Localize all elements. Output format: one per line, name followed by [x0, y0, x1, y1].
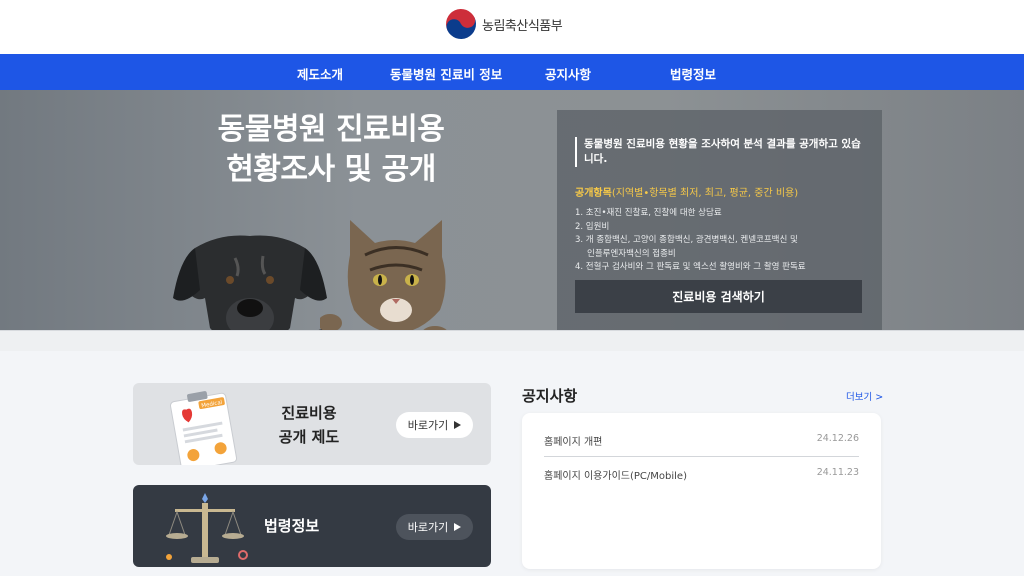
disclosure-items-title: 공개항목: [575, 188, 612, 199]
hero-title-line2: 현황조사 및 공개: [226, 152, 436, 187]
nav-item-system-intro[interactable]: 제도소개: [297, 64, 343, 83]
fee-disclosure-card[interactable]: Medical 진료비용 공개 제도 바로가기: [133, 383, 491, 465]
go-to-law-info-button[interactable]: 바로가기: [396, 514, 473, 540]
fee-info-headline: 동물병원 진료비용 현황을 조사하여 분석 결과를 공개하고 있습니다.: [575, 137, 865, 167]
notice-row-title[interactable]: 홈페이지 개편: [544, 433, 602, 448]
fee-info-panel: 동물병원 진료비용 현황을 조사하여 분석 결과를 공개하고 있습니다. 공개항…: [557, 110, 882, 330]
main-nav: 제도소개 동물병원 진료비 정보 공지사항 법령정보: [0, 54, 1024, 90]
medical-clipboard-icon: Medical: [170, 391, 238, 465]
fee-search-button[interactable]: 진료비용 검색하기: [575, 280, 862, 313]
justice-scale-icon: [166, 493, 248, 563]
list-item: 2. 입원비: [575, 221, 610, 232]
fee-disclosure-title: 진료비용 공개 제도: [264, 401, 354, 449]
hero-title: 동물병원 진료비용 현황조사 및 공개: [186, 110, 476, 190]
list-item-continued: 인플루엔자백신의 접종비: [575, 248, 870, 262]
law-info-title: 법령정보: [264, 517, 320, 535]
disclosure-items-label: 공개항목(지역별•항목별 최저, 최고, 평균, 중간 비용): [575, 184, 798, 199]
go-button-label: 바로가기: [407, 521, 449, 534]
nav-item-law-info[interactable]: 법령정보: [670, 64, 716, 83]
disclosure-items-detail: (지역별•항목별 최저, 최고, 평균, 중간 비용): [611, 188, 799, 199]
list-item-continued-text: 인플루엔자백신의 접종비: [587, 248, 676, 259]
play-arrow-icon: [454, 523, 462, 531]
notice-row-title[interactable]: 홈페이지 이용가이드(PC/Mobile): [544, 467, 687, 482]
go-button-label: 바로가기: [407, 419, 449, 432]
notice-section-title: 공지사항: [522, 387, 578, 405]
cat-image: [320, 220, 449, 344]
top-header: 농림축산식품부: [0, 0, 1024, 54]
notice-row[interactable]: 홈페이지 이용가이드(PC/Mobile) 24.11.23: [544, 457, 859, 491]
play-arrow-icon: [454, 421, 462, 429]
hero-title-line1: 동물병원 진료비용: [217, 112, 445, 147]
taegeuk-logo-icon: [441, 4, 481, 44]
notice-list: 홈페이지 개편 24.12.26 홈페이지 이용가이드(PC/Mobile) 2…: [522, 413, 881, 569]
law-info-card[interactable]: 법령정보 바로가기: [133, 485, 491, 567]
nav-item-fee-info[interactable]: 동물병원 진료비 정보: [390, 64, 502, 83]
fee-disclosure-title-line2: 공개 제도: [278, 428, 340, 446]
disclosure-item-list: 1. 초진•재진 진찰료, 진찰에 대한 상담료 2. 입원비 3. 개 종합백…: [575, 207, 870, 275]
notice-row[interactable]: 홈페이지 개편 24.12.26: [544, 423, 859, 457]
logo-text: 농림축산식품부: [482, 18, 563, 34]
list-item: 3. 개 종합백신, 고양이 종합백신, 광견병백신, 켄넬코프백신 및: [575, 235, 798, 245]
hero-ledge: [0, 330, 1024, 351]
notice-row-date: 24.11.23: [816, 467, 859, 478]
nav-item-notice[interactable]: 공지사항: [545, 64, 591, 83]
notice-more-link[interactable]: 더보기 >: [846, 389, 883, 403]
fee-disclosure-title-line1: 진료비용: [281, 404, 337, 422]
list-item: 1. 초진•재진 진찰료, 진찰에 대한 상담료: [575, 208, 722, 218]
go-to-fee-disclosure-button[interactable]: 바로가기: [396, 412, 473, 438]
notice-row-date: 24.12.26: [816, 433, 859, 444]
list-item: 4. 전혈구 검사비와 그 판독료 및 엑스선 촬영비와 그 촬영 판독료: [575, 262, 806, 272]
ministry-logo[interactable]: 농림축산식품부: [441, 4, 563, 44]
